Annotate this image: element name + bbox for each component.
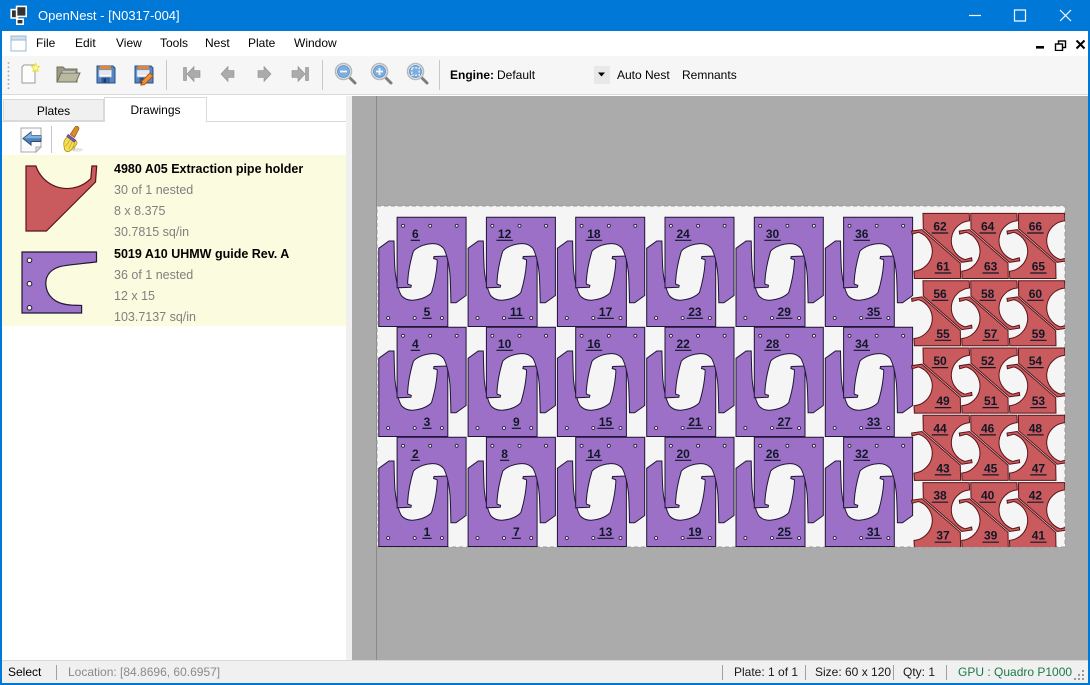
svg-text:47: 47 <box>1032 461 1046 475</box>
svg-text:15: 15 <box>599 415 613 429</box>
svg-text:14: 14 <box>587 447 601 461</box>
svg-text:23: 23 <box>688 305 702 319</box>
svg-text:31: 31 <box>867 525 881 539</box>
svg-text:56: 56 <box>933 287 947 301</box>
svg-text:35: 35 <box>867 305 881 319</box>
svg-text:1: 1 <box>424 525 431 539</box>
svg-text:45: 45 <box>984 461 998 475</box>
svg-text:28: 28 <box>766 337 780 351</box>
svg-text:52: 52 <box>981 354 995 368</box>
svg-text:17: 17 <box>599 305 613 319</box>
svg-text:41: 41 <box>1032 529 1046 543</box>
svg-text:8: 8 <box>501 447 508 461</box>
svg-text:43: 43 <box>936 461 950 475</box>
svg-text:27: 27 <box>778 415 792 429</box>
svg-text:9: 9 <box>513 415 520 429</box>
svg-text:62: 62 <box>933 220 947 234</box>
svg-text:10: 10 <box>498 337 512 351</box>
svg-text:65: 65 <box>1032 260 1046 274</box>
svg-text:66: 66 <box>1029 220 1043 234</box>
svg-text:3: 3 <box>424 415 431 429</box>
svg-text:22: 22 <box>677 337 691 351</box>
svg-text:13: 13 <box>599 525 613 539</box>
svg-text:36: 36 <box>855 227 869 241</box>
svg-text:46: 46 <box>981 421 995 435</box>
svg-text:37: 37 <box>936 529 950 543</box>
svg-text:2: 2 <box>412 447 419 461</box>
svg-text:7: 7 <box>513 525 520 539</box>
svg-text:42: 42 <box>1029 489 1043 503</box>
svg-text:24: 24 <box>677 227 691 241</box>
svg-text:54: 54 <box>1029 354 1043 368</box>
svg-text:61: 61 <box>936 260 950 274</box>
svg-text:12: 12 <box>498 227 512 241</box>
svg-text:19: 19 <box>688 525 702 539</box>
svg-text:57: 57 <box>984 327 998 341</box>
svg-text:29: 29 <box>778 305 792 319</box>
svg-text:60: 60 <box>1029 287 1043 301</box>
svg-text:53: 53 <box>1032 394 1046 408</box>
svg-text:11: 11 <box>510 305 523 319</box>
svg-text:18: 18 <box>587 227 601 241</box>
svg-text:20: 20 <box>677 447 691 461</box>
svg-text:38: 38 <box>933 489 947 503</box>
svg-text:55: 55 <box>936 327 950 341</box>
svg-text:40: 40 <box>981 489 995 503</box>
svg-text:26: 26 <box>766 447 780 461</box>
svg-text:49: 49 <box>936 394 950 408</box>
svg-text:34: 34 <box>855 337 869 351</box>
svg-text:44: 44 <box>933 421 947 435</box>
svg-text:30: 30 <box>766 227 780 241</box>
svg-text:4: 4 <box>412 337 419 351</box>
svg-text:32: 32 <box>855 447 869 461</box>
svg-text:63: 63 <box>984 260 998 274</box>
svg-text:39: 39 <box>984 529 998 543</box>
svg-text:51: 51 <box>984 394 998 408</box>
svg-text:33: 33 <box>867 415 881 429</box>
svg-text:5: 5 <box>424 305 431 319</box>
svg-text:50: 50 <box>933 354 947 368</box>
svg-text:6: 6 <box>412 227 419 241</box>
svg-text:48: 48 <box>1029 421 1043 435</box>
svg-text:64: 64 <box>981 220 995 234</box>
svg-text:59: 59 <box>1032 327 1046 341</box>
svg-text:16: 16 <box>587 337 601 351</box>
svg-text:58: 58 <box>981 287 995 301</box>
svg-text:21: 21 <box>688 415 702 429</box>
svg-text:25: 25 <box>778 525 792 539</box>
